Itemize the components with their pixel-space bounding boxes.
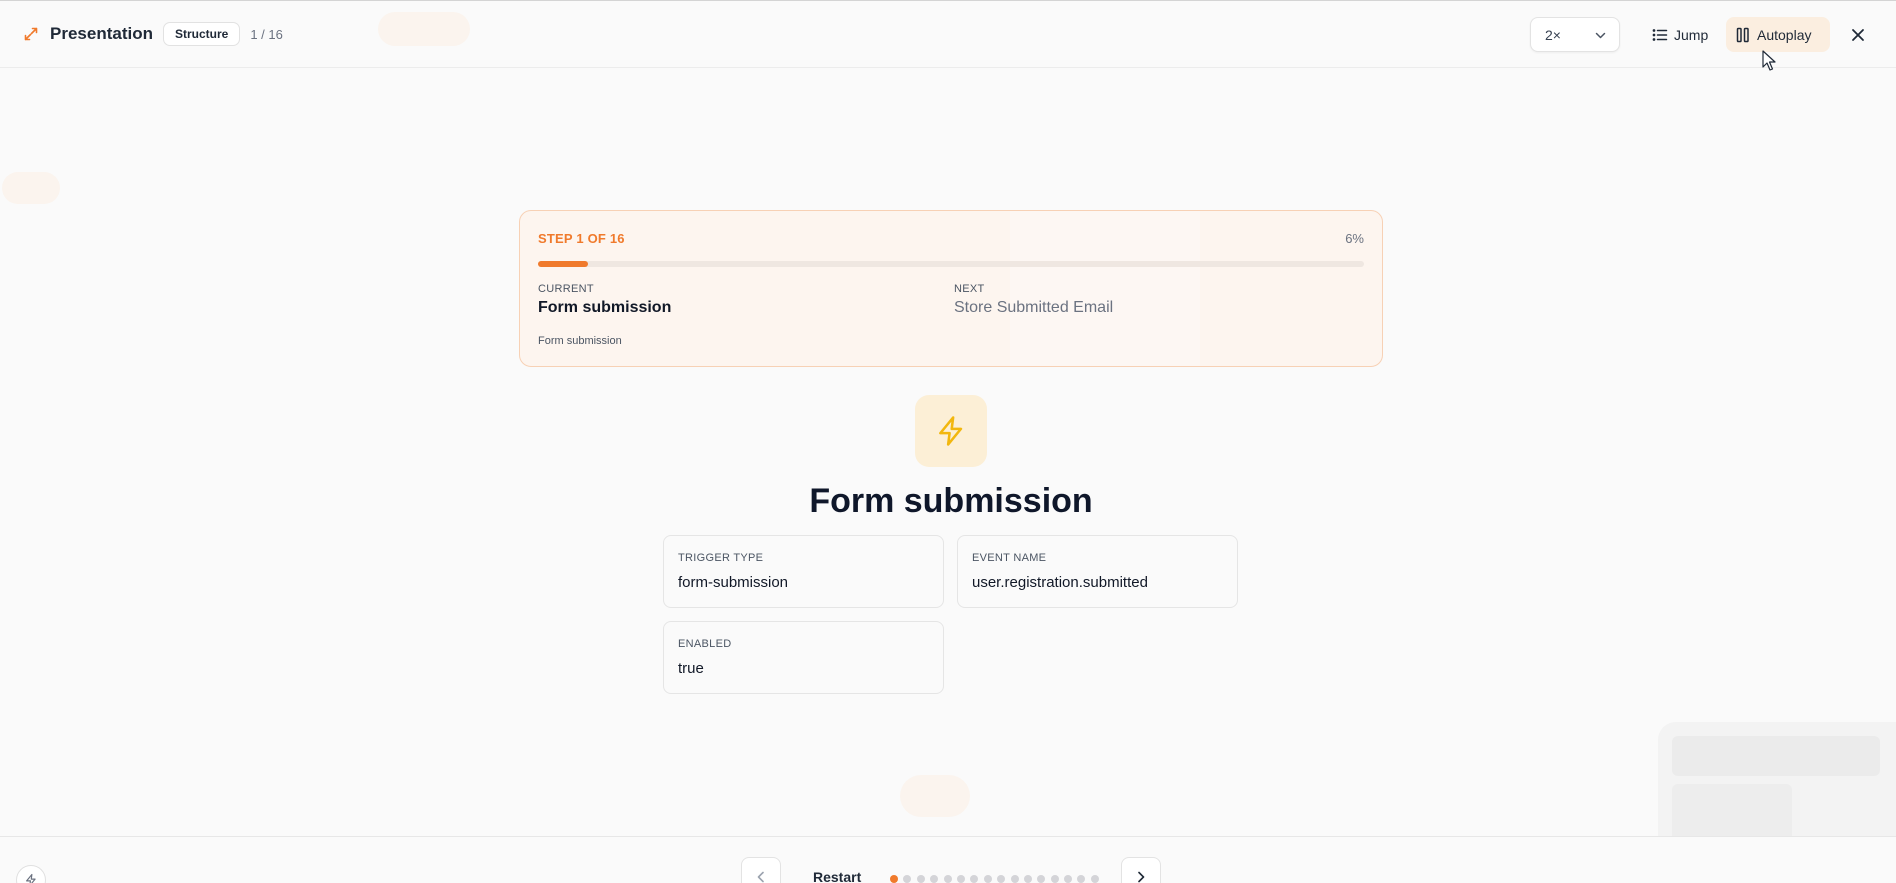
bottom-bar: Restart	[0, 836, 1896, 883]
field-enabled: ENABLED true	[663, 621, 944, 694]
field-label: ENABLED	[678, 638, 732, 650]
restart-button[interactable]: Restart	[813, 869, 861, 883]
step-dot[interactable]	[997, 875, 1006, 883]
slide-counter: 1 / 16	[250, 26, 283, 42]
field-label: EVENT NAME	[972, 552, 1047, 564]
lightning-bolt-icon	[26, 873, 36, 883]
step-dot[interactable]	[983, 875, 992, 883]
step-dot[interactable]	[943, 875, 952, 883]
autoplay-button[interactable]: Autoplay	[1726, 17, 1830, 52]
step-title: Form submission	[809, 482, 1093, 520]
current-label: CURRENT	[538, 283, 594, 295]
jump-button[interactable]: Jump	[1641, 17, 1723, 52]
step-dot[interactable]	[930, 875, 939, 883]
progress-bar-fill	[538, 261, 588, 267]
step-dot[interactable]	[916, 875, 925, 883]
structure-badge: Structure	[162, 22, 241, 46]
mouse-cursor-icon	[1762, 50, 1776, 71]
field-label: TRIGGER TYPE	[678, 552, 764, 564]
ghost-row	[1672, 736, 1880, 776]
list-icon	[1652, 28, 1668, 41]
step-description: Form submission	[538, 335, 622, 347]
step-dot[interactable]	[1050, 875, 1059, 883]
top-bar: Presentation Structure 1 / 16 2× Jump Au…	[0, 0, 1896, 68]
next-button[interactable]	[1121, 857, 1161, 883]
ghost-row	[1672, 784, 1792, 844]
autoplay-label: Autoplay	[1757, 26, 1812, 43]
step-dot[interactable]	[903, 875, 912, 883]
next-label: NEXT	[954, 283, 985, 295]
step-dot[interactable]	[1090, 875, 1099, 883]
current-step-name: Form submission	[538, 299, 672, 316]
step-percent: 6%	[1345, 231, 1364, 246]
lightning-bolt-icon	[915, 395, 987, 467]
expand-icon[interactable]	[22, 25, 40, 43]
step-dot[interactable]	[1023, 875, 1032, 883]
step-label: STEP 1 OF 16	[538, 231, 625, 246]
close-icon[interactable]	[1848, 25, 1868, 45]
header-left: Presentation Structure 1 / 16	[22, 21, 283, 47]
speed-value: 2×	[1545, 26, 1561, 43]
step-dot[interactable]	[970, 875, 979, 883]
step-dot[interactable]	[1010, 875, 1019, 883]
field-value: form-submission	[678, 574, 789, 591]
decorative-blob	[900, 775, 970, 817]
next-step-name: Store Submitted Email	[954, 299, 1114, 316]
field-event-name: EVENT NAME user.registration.submitted	[957, 535, 1238, 608]
jump-label: Jump	[1674, 26, 1709, 43]
step-dot[interactable]	[1037, 875, 1046, 883]
field-trigger-type: TRIGGER TYPE form-submission	[663, 535, 944, 608]
app-title: Presentation	[50, 24, 153, 43]
quick-action-button[interactable]	[16, 865, 46, 883]
speed-select[interactable]: 2×	[1530, 17, 1620, 52]
step-progress-card: STEP 1 OF 16 6% CURRENT Form submission …	[519, 210, 1383, 367]
step-dot[interactable]	[1064, 875, 1073, 883]
step-dot[interactable]	[956, 875, 965, 883]
pause-icon	[1736, 27, 1749, 42]
field-value: user.registration.submitted	[972, 574, 1148, 591]
progress-bar	[538, 261, 1364, 267]
chevron-right-icon	[1138, 871, 1145, 883]
previous-button[interactable]	[741, 857, 781, 883]
field-value: true	[678, 660, 704, 677]
step-dot[interactable]	[890, 875, 898, 883]
chevron-left-icon	[757, 871, 764, 883]
step-dots	[890, 875, 1104, 883]
card-overlay	[1010, 211, 1200, 366]
decorative-blob	[378, 12, 470, 46]
step-dot[interactable]	[1077, 875, 1086, 883]
chevron-down-icon	[1595, 32, 1606, 39]
decorative-blob	[2, 172, 60, 204]
